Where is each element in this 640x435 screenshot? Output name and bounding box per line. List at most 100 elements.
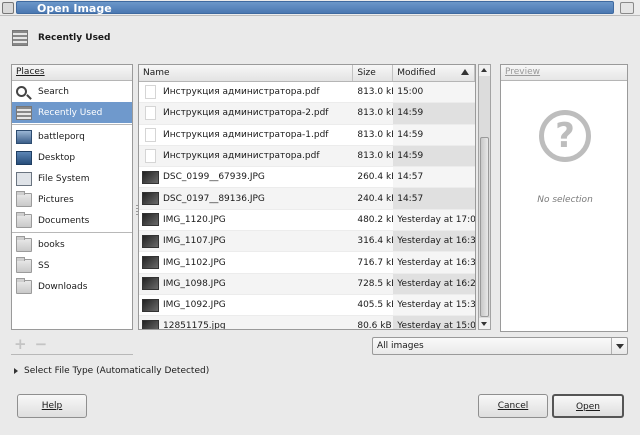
add-bookmark-button[interactable]: + (14, 335, 35, 353)
place-label: Downloads (38, 281, 88, 292)
place-downloads[interactable]: Downloads (12, 276, 132, 297)
file-name: Инструкция администратора.pdf (163, 151, 320, 162)
place-file-system[interactable]: File System (12, 168, 132, 189)
place-desktop[interactable]: Desktop (12, 147, 132, 168)
remove-bookmark-button[interactable]: − (35, 335, 56, 353)
file-row[interactable]: DSC_0199__67939.JPG 260.4 kB14:57 (139, 167, 475, 189)
recent-icon (16, 105, 32, 120)
file-name: Инструкция администратора.pdf (163, 87, 320, 98)
file-modified: Yesterday at 16:37 (393, 231, 475, 252)
file-name: Инструкция администратора-1.pdf (163, 129, 329, 140)
file-name: IMG_1092.JPG (163, 300, 226, 311)
place-label: Recently Used (38, 107, 103, 118)
question-mark-icon: ? (539, 110, 591, 162)
arrow-up-icon (481, 68, 487, 72)
filesystem-icon (16, 171, 32, 186)
file-modified: Yesterday at 17:06 (393, 209, 475, 231)
bookmark-controls: +− (14, 335, 55, 353)
preview-empty-text: No selection (537, 195, 593, 205)
place-pictures[interactable]: Pictures (12, 189, 132, 210)
file-type-label: Select File Type (Automatically Detected… (24, 366, 210, 376)
pdf-file-icon (145, 127, 156, 142)
file-row[interactable]: IMG_1098.JPG 728.5 kBYesterday at 16:28 (139, 273, 475, 295)
cancel-button-label: Cancel (497, 401, 529, 411)
image-thumbnail-icon (142, 319, 159, 329)
scroll-up-button[interactable] (479, 65, 490, 76)
place-label: Pictures (38, 194, 74, 205)
desktop-icon (16, 150, 32, 165)
open-button-label: Open (575, 402, 601, 412)
place-recently-used[interactable]: Recently Used (12, 102, 132, 123)
file-row[interactable]: Инструкция администратора.pdf 813.0 kB15:… (139, 82, 475, 104)
help-button-label: Help (41, 401, 63, 411)
place-label: Search (38, 86, 69, 97)
file-size: 813.0 kB (357, 151, 393, 162)
folder-icon (16, 211, 32, 228)
file-row[interactable]: IMG_1092.JPG 405.5 kBYesterday at 15:30 (139, 294, 475, 317)
column-name[interactable]: Name (139, 65, 354, 81)
place-label: SS (38, 260, 50, 271)
place-ss[interactable]: SS (12, 255, 132, 276)
file-name: Инструкция администратора-2.pdf (163, 108, 329, 119)
file-name: IMG_1102.JPG (163, 257, 226, 268)
folder-icon (16, 190, 32, 207)
file-size: 80.6 kB (357, 321, 392, 330)
help-button[interactable]: Help (17, 394, 87, 418)
file-name: IMG_1120.JPG (163, 214, 226, 225)
file-row[interactable]: 12851175.jpg 80.6 kB Yesterday at 15:08 (139, 316, 475, 330)
file-size: 813.0 kB (357, 129, 393, 140)
file-modified: 15:00 (393, 82, 475, 103)
places-separator (12, 124, 132, 125)
column-size[interactable]: Size (353, 65, 394, 81)
file-row[interactable]: IMG_1120.JPG 480.2 kBYesterday at 17:06 (139, 209, 475, 232)
place-label: Desktop (38, 152, 76, 163)
scroll-down-button[interactable] (479, 318, 490, 329)
file-row[interactable]: DSC_0197__89136.JPG 240.4 kB14:57 (139, 188, 475, 210)
file-row[interactable]: IMG_1107.JPG 316.4 kBYesterday at 16:37 (139, 231, 475, 253)
file-modified: 14:59 (393, 145, 475, 167)
dropdown-button[interactable] (611, 338, 627, 354)
place-search[interactable]: Search (12, 81, 132, 102)
place-books[interactable]: books (12, 234, 132, 255)
file-row[interactable]: Инструкция администратора.pdf 813.0 kB14:… (139, 145, 475, 168)
file-type-expander[interactable]: Select File Type (Automatically Detected… (14, 366, 209, 376)
file-size: 716.7 kB (357, 257, 393, 268)
window-menu-icon[interactable] (2, 2, 14, 14)
title-bar-fill: Open Image (16, 1, 614, 15)
cancel-button[interactable]: Cancel (478, 394, 548, 418)
close-button[interactable] (620, 2, 634, 14)
pdf-file-icon (145, 149, 156, 164)
file-size: 316.4 kB (357, 236, 393, 247)
file-size: 813.0 kB (357, 87, 393, 98)
expander-arrow-icon (14, 368, 18, 374)
place-label: File System (38, 173, 90, 184)
column-modified[interactable]: Modified (393, 65, 475, 81)
file-row[interactable]: IMG_1102.JPG 716.7 kBYesterday at 16:34 (139, 252, 475, 274)
places-divider (11, 354, 133, 355)
image-thumbnail-icon (142, 256, 159, 270)
open-button[interactable]: Open (552, 394, 624, 418)
scrollbar-thumb[interactable] (480, 137, 489, 317)
file-modified: 14:57 (393, 188, 475, 209)
file-filter-value: All images (377, 341, 424, 351)
file-size: 480.2 kB (357, 214, 393, 225)
drive-icon (16, 129, 32, 144)
location-label: Recently Used (38, 33, 111, 43)
image-thumbnail-icon (142, 170, 159, 184)
file-modified: Yesterday at 16:34 (393, 252, 475, 273)
file-row[interactable]: Инструкция администратора-2.pdf 813.0 kB1… (139, 103, 475, 125)
title-bar: Open Image (0, 0, 640, 16)
chevron-down-icon (616, 344, 624, 349)
image-thumbnail-icon (142, 234, 159, 248)
pdf-file-icon (145, 106, 156, 121)
file-name: IMG_1107.JPG (163, 236, 226, 247)
file-list-header: Name Size Modified (139, 65, 475, 82)
file-list-scrollbar[interactable] (478, 64, 491, 330)
file-filter-select[interactable]: All images (372, 337, 628, 355)
file-size: 260.4 kB (357, 172, 393, 183)
places-header[interactable]: Places (12, 65, 132, 81)
pdf-file-icon (145, 85, 156, 100)
file-row[interactable]: Инструкция администратора-1.pdf 813.0 kB1… (139, 124, 475, 146)
place-battleporq[interactable]: battleporq (12, 126, 132, 147)
place-documents[interactable]: Documents (12, 210, 132, 231)
